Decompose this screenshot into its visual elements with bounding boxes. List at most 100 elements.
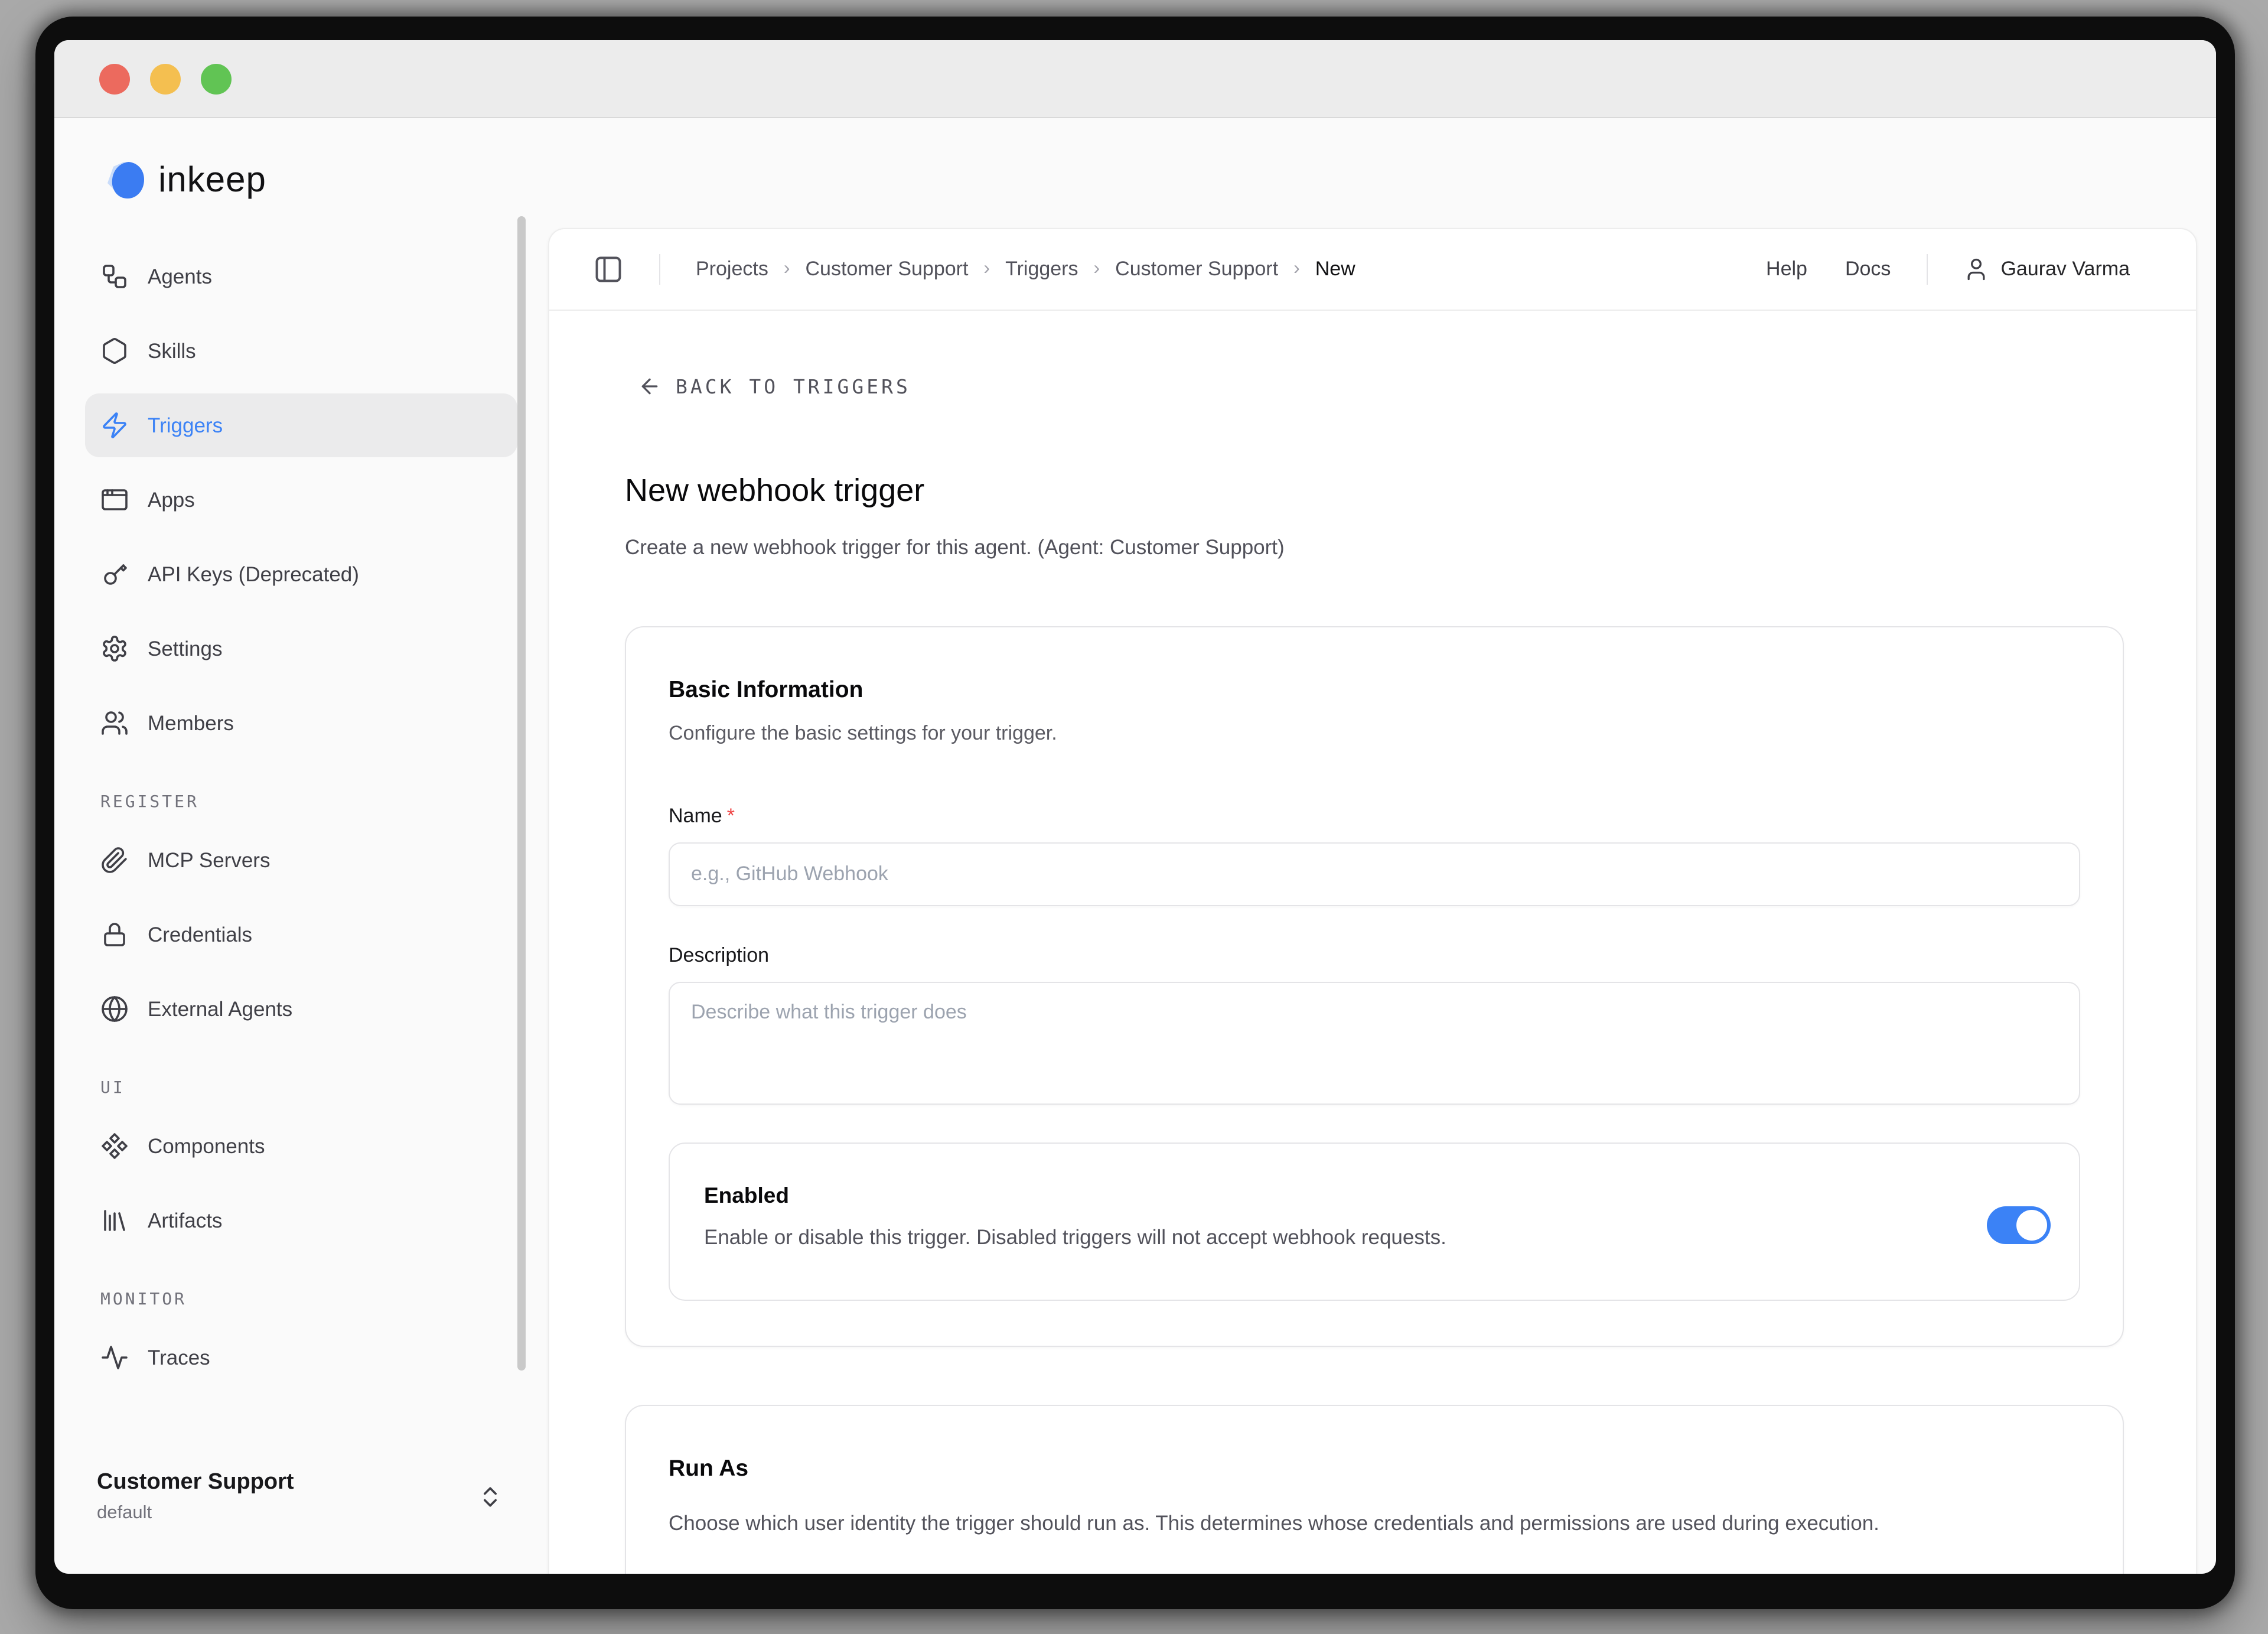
main-panel: Projects › Customer Support › Triggers ›… — [548, 228, 2197, 1574]
description-label: Description — [669, 944, 2080, 968]
minimize-window-button[interactable] — [150, 63, 181, 94]
chevrons-up-down-icon — [477, 1484, 503, 1510]
sidebar-item-label: MCP Servers — [148, 848, 270, 873]
basic-information-title: Basic Information — [669, 677, 2080, 704]
project-name: Customer Support — [97, 1470, 294, 1496]
zoom-window-button[interactable] — [201, 63, 232, 94]
back-link-label: BACK TO TRIGGERS — [676, 375, 911, 398]
sidebar-item-label: Components — [148, 1134, 265, 1158]
header-right: Help Docs Gaurav Varma — [1728, 254, 2130, 285]
sidebar-item-artifacts[interactable]: Artifacts — [85, 1189, 517, 1252]
run-as-card: Run As Choose which user identity the tr… — [625, 1405, 2124, 1574]
sidebar-item-label: Traces — [148, 1345, 210, 1370]
user-icon — [1963, 256, 1989, 282]
hexagon-icon — [100, 337, 129, 365]
top-bar: Projects › Customer Support › Triggers ›… — [549, 229, 2196, 311]
sidebar-item-credentials[interactable]: Credentials — [85, 903, 517, 966]
name-label: Name* — [669, 805, 2080, 828]
run-as-title: Run As — [669, 1456, 2080, 1483]
component-icon — [100, 1132, 129, 1160]
sidebar-item-label: External Agents — [148, 997, 292, 1021]
sidebar-item-settings[interactable]: Settings — [85, 617, 517, 681]
enabled-title: Enabled — [704, 1183, 1954, 1209]
sidebar-scrollbar[interactable] — [517, 216, 526, 1371]
sidebar-toggle-button[interactable] — [593, 254, 624, 285]
chevron-right-icon: › — [1293, 259, 1300, 280]
section-label-register: REGISTER — [100, 793, 517, 812]
sidebar-item-label: Apps — [148, 487, 195, 512]
sidebar-item-skills[interactable]: Skills — [85, 319, 517, 383]
workflow-icon — [100, 262, 129, 291]
logo-text: inkeep — [158, 161, 266, 201]
section-label-ui: UI — [100, 1079, 517, 1098]
sidebar-item-agents[interactable]: Agents — [85, 245, 517, 308]
run-as-description: Choose which user identity the trigger s… — [669, 1504, 1921, 1542]
sidebar-item-triggers[interactable]: Triggers — [85, 393, 517, 457]
docs-link[interactable]: Docs — [1845, 258, 1891, 281]
sidebar-item-members[interactable]: Members — [85, 691, 517, 755]
back-to-triggers-link[interactable]: BACK TO TRIGGERS — [638, 375, 911, 398]
enabled-toggle[interactable] — [1987, 1206, 2051, 1244]
sidebar-item-label: API Keys (Deprecated) — [148, 562, 359, 587]
inkeep-logo-icon — [97, 157, 151, 204]
basic-information-card: Basic Information Configure the basic se… — [625, 626, 2124, 1347]
close-window-button[interactable] — [99, 63, 130, 94]
sidebar-item-apps[interactable]: Apps — [85, 468, 517, 532]
breadcrumb-triggers[interactable]: Triggers — [1005, 258, 1078, 281]
paperclip-icon — [100, 846, 129, 874]
arrow-left-icon — [638, 375, 662, 398]
toggle-knob — [2016, 1210, 2047, 1241]
breadcrumb-projects[interactable]: Projects — [696, 258, 768, 281]
sidebar-item-api-keys[interactable]: API Keys (Deprecated) — [85, 542, 517, 606]
enabled-labels: Enabled Enable or disable this trigger. … — [704, 1183, 1954, 1250]
header-divider — [1926, 254, 1927, 285]
page-title: New webhook trigger — [625, 473, 2124, 509]
sidebar-item-label: Artifacts — [148, 1208, 222, 1233]
library-icon — [100, 1206, 129, 1235]
project-switcher[interactable]: Customer Support default — [97, 1470, 503, 1524]
device-frame: inkeep Agents Sk — [35, 17, 2235, 1609]
page-body: BACK TO TRIGGERS New webhook trigger Cre… — [549, 311, 2196, 1574]
sidebar-item-label: Settings — [148, 636, 222, 661]
breadcrumb: Projects › Customer Support › Triggers ›… — [696, 258, 1355, 281]
chevron-right-icon: › — [784, 259, 790, 280]
logo[interactable]: inkeep — [97, 157, 548, 204]
name-input[interactable] — [669, 842, 2080, 906]
globe-icon — [100, 995, 129, 1023]
key-icon — [100, 560, 129, 588]
breadcrumb-customer-support[interactable]: Customer Support — [806, 258, 969, 281]
project-environment: default — [97, 1503, 294, 1524]
activity-icon — [100, 1343, 129, 1372]
user-menu[interactable]: Gaurav Varma — [1963, 256, 2130, 282]
description-textarea[interactable] — [669, 982, 2080, 1105]
app-window-icon — [100, 486, 129, 514]
sidebar-nav: Agents Skills Triggers — [54, 245, 548, 1389]
sidebar-item-components[interactable]: Components — [85, 1114, 517, 1178]
sidebar-item-external-agents[interactable]: External Agents — [85, 977, 517, 1041]
required-asterisk: * — [727, 805, 735, 827]
sidebar-item-mcp-servers[interactable]: MCP Servers — [85, 828, 517, 892]
section-label-monitor: MONITOR — [100, 1290, 517, 1309]
sidebar-item-label: Skills — [148, 338, 196, 363]
sidebar-item-label: Agents — [148, 264, 212, 289]
breadcrumb-new: New — [1315, 258, 1355, 281]
gear-icon — [100, 634, 129, 663]
screen: inkeep Agents Sk — [0, 0, 2268, 1634]
project-switcher-labels: Customer Support default — [97, 1470, 294, 1524]
user-name: Gaurav Varma — [2000, 258, 2130, 281]
chevron-right-icon: › — [983, 259, 990, 280]
header-divider — [659, 254, 660, 285]
sidebar-item-label: Credentials — [148, 922, 252, 947]
enabled-description: Enable or disable this trigger. Disabled… — [704, 1225, 1954, 1250]
chevron-right-icon: › — [1094, 259, 1100, 280]
traffic-lights — [99, 63, 232, 94]
zap-icon — [100, 411, 129, 440]
lock-icon — [100, 920, 129, 949]
page-subtitle: Create a new webhook trigger for this ag… — [625, 535, 2124, 560]
sidebar-item-label: Triggers — [148, 413, 223, 438]
help-link[interactable]: Help — [1766, 258, 1807, 281]
breadcrumb-agent[interactable]: Customer Support — [1115, 258, 1278, 281]
users-icon — [100, 709, 129, 737]
titlebar — [54, 40, 2216, 118]
sidebar-item-traces[interactable]: Traces — [85, 1326, 517, 1389]
